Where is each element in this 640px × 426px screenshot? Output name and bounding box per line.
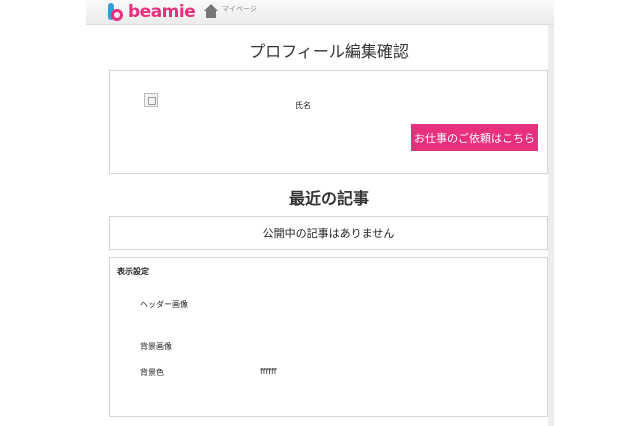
beamie-logo[interactable]: beamie [108, 2, 196, 22]
no-articles-message: 公開中の記事はありません [262, 227, 395, 240]
recent-articles-panel: 公開中の記事はありません [109, 216, 548, 250]
mypage-link[interactable]: マイページ [204, 4, 257, 18]
display-settings-panel: 表示設定 ヘッダー画像 背景画像 背景色 ffffff [109, 257, 548, 417]
background-image-label: 背景画像 [140, 342, 172, 351]
beamie-logo-icon [108, 3, 124, 21]
job-request-button[interactable]: お仕事のご依頼はこちら [411, 124, 538, 151]
background-color-label: 背景色 [140, 368, 164, 377]
recent-articles-title: 最近の記事 [288, 189, 369, 208]
avatar-image-icon [144, 93, 158, 107]
profile-card: 氏名 お仕事のご依頼はこちら [109, 70, 548, 174]
header-image-label: ヘッダー画像 [140, 300, 188, 309]
right-gutter [548, 25, 554, 426]
name-label: 氏名 [295, 101, 311, 110]
display-settings-title: 表示設定 [117, 267, 149, 276]
top-header: beamie マイページ [86, 0, 554, 25]
mypage-label: マイページ [222, 5, 257, 13]
page-title: プロフィール編集確認 [249, 42, 409, 61]
home-icon [204, 4, 218, 18]
background-color-value: ffffff [260, 367, 277, 376]
logo-text: beamie [128, 2, 196, 22]
